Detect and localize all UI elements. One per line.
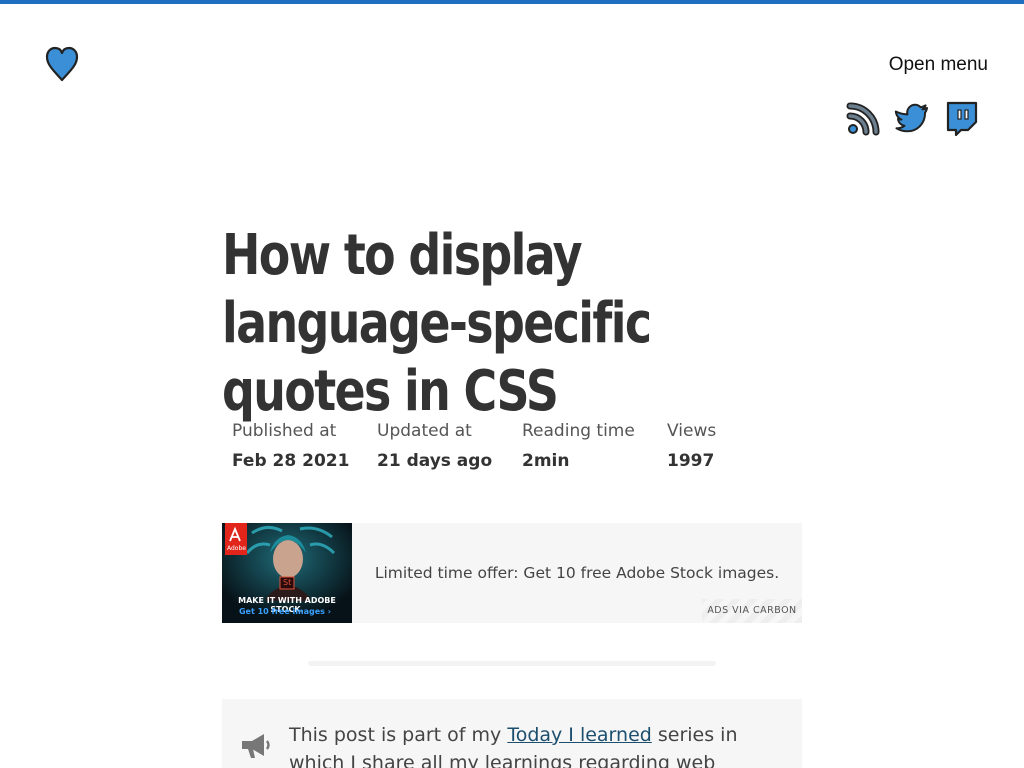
meta-reading-time-label: Reading time — [522, 421, 635, 441]
ads-via-carbon-link[interactable]: ADS VIA CARBON — [702, 599, 802, 623]
meta-views-label: Views — [667, 421, 717, 441]
series-note-text: This post is part of my Today I learned … — [289, 721, 769, 768]
ad-image-cta: Get 10 free images › — [238, 607, 332, 616]
meta-published: Published at Feb 28 2021 — [222, 418, 367, 482]
article-title: How to display language-specific quotes … — [222, 223, 652, 424]
carbon-ad: Adobe St MAKE IT WITH ADOBE STOCK. Get 1… — [222, 523, 802, 623]
megaphone-icon — [240, 731, 272, 761]
rss-icon[interactable] — [846, 100, 882, 136]
twitter-icon[interactable] — [894, 100, 930, 136]
meta-updated-label: Updated at — [377, 421, 472, 441]
meta-published-label: Published at — [232, 421, 337, 441]
article-meta: Published at Feb 28 2021 Updated at 21 d… — [222, 418, 802, 482]
ad-image[interactable]: Adobe St MAKE IT WITH ADOBE STOCK. Get 1… — [222, 523, 352, 623]
today-i-learned-link[interactable]: Today I learned — [507, 724, 652, 746]
meta-updated: Updated at 21 days ago — [367, 418, 512, 482]
open-menu-button[interactable]: Open menu — [870, 52, 988, 78]
series-note-text-before: This post is part of my — [289, 724, 508, 746]
meta-views: Views 1997 — [657, 418, 777, 482]
ad-image-product: St — [283, 578, 292, 587]
section-divider — [308, 661, 716, 666]
ad-image-badge: Adobe — [227, 545, 246, 552]
meta-published-value: Feb 28 2021 — [232, 451, 350, 471]
meta-reading-time: Reading time 2min — [512, 418, 657, 482]
heart-icon[interactable] — [44, 45, 80, 83]
meta-updated-value: 21 days ago — [377, 451, 493, 471]
twitch-icon[interactable] — [943, 100, 979, 137]
meta-reading-time-value: 2min — [522, 451, 570, 471]
top-accent-bar — [0, 0, 1024, 4]
meta-views-value: 1997 — [667, 451, 715, 471]
series-note: This post is part of my Today I learned … — [222, 699, 802, 768]
